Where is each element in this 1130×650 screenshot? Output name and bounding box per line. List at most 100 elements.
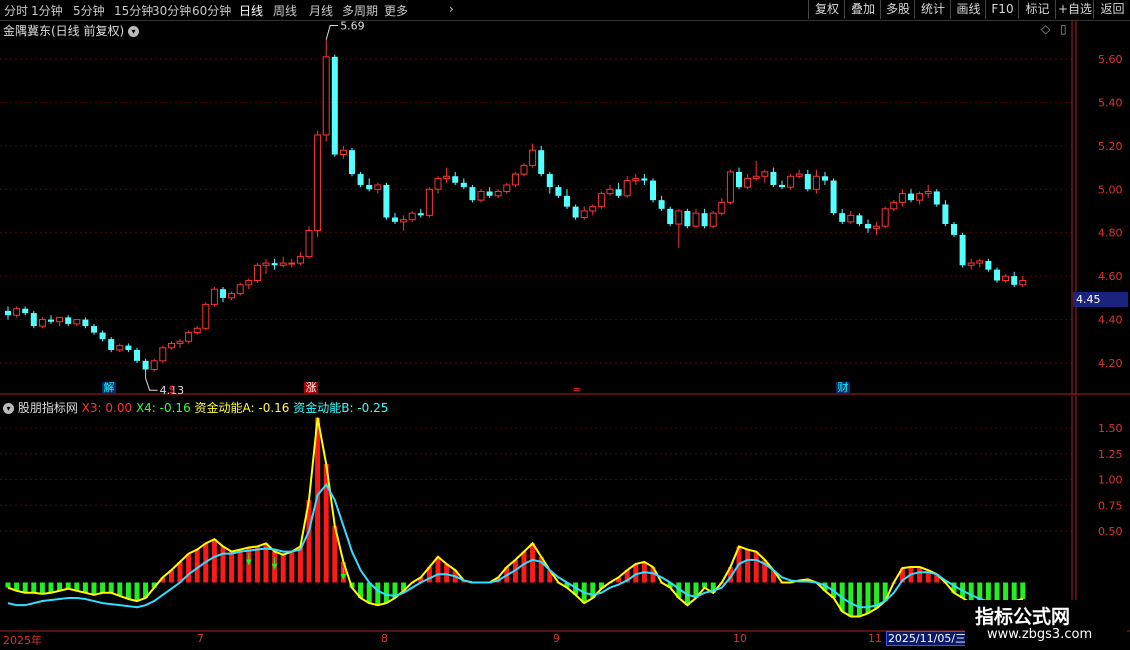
period-tab[interactable]: 5分钟 (73, 2, 105, 19)
current-price-tag: 4.45 (1073, 292, 1128, 307)
momentum-bar (917, 567, 923, 583)
momentum-bar (530, 543, 536, 583)
x-label-nov: 11 (868, 632, 882, 645)
candle-body (597, 193, 605, 208)
candle-body (709, 212, 717, 227)
candle-body (967, 262, 975, 266)
event-marker-finance[interactable]: 财 (836, 382, 850, 394)
candle-body (804, 174, 811, 190)
y-tick-label: 5.40 (1098, 96, 1123, 109)
candle-body (271, 263, 278, 266)
candle-body (305, 230, 313, 258)
toolbar-button[interactable]: 返回 (1093, 0, 1130, 19)
indicator-chart[interactable]: 1.50 1.25 1.00 0.75 0.50 (0, 396, 1130, 632)
chevron-right-icon[interactable]: › (449, 2, 454, 16)
momentum-bar (375, 582, 381, 606)
event-marker-dollar[interactable]: $ (166, 384, 178, 396)
candlestick-chart[interactable]: 5.605.405.205.004.804.604.404.205.694.13 (0, 20, 1130, 395)
candle-body (417, 213, 424, 216)
x-label-jul: 7 (197, 632, 204, 645)
y-tick-label: 1.50 (1098, 422, 1123, 435)
candle-body (357, 174, 364, 185)
candle-body (822, 176, 828, 181)
period-tab[interactable]: 15分钟 (114, 2, 153, 19)
period-toolbar: 分时 1分钟 5分钟 15分钟 30分钟 60分钟 日线 周线 月线 多周期 更多 › 复权 叠加 多股 统计… (0, 0, 1130, 21)
candle-body (650, 180, 656, 201)
candle-body (546, 174, 553, 188)
period-tab[interactable]: 周线 (273, 2, 297, 19)
momentum-bar (125, 582, 131, 599)
event-marker-unlock[interactable]: 解 (102, 382, 116, 394)
momentum-bar (211, 539, 217, 583)
candle-body (752, 175, 760, 179)
candle-body (830, 180, 837, 214)
event-marker-limit-up[interactable]: 涨 (304, 382, 318, 394)
y-tick-label: 1.25 (1098, 448, 1123, 461)
momentum-bar (297, 546, 303, 583)
candle-body (331, 56, 338, 155)
toolbar-button[interactable]: 画线 (950, 0, 986, 19)
momentum-bar (117, 582, 123, 596)
momentum-bar (1020, 582, 1026, 599)
momentum-bar (100, 582, 106, 593)
candle-body (296, 256, 304, 264)
candle-body (898, 193, 906, 203)
candle-body (511, 173, 519, 186)
candle-body (589, 206, 597, 212)
momentum-bar (229, 551, 235, 583)
watermark: 指标公式网 www.zbgs3.com (965, 600, 1127, 646)
event-marker-wave[interactable]: ≈ (571, 384, 583, 396)
candle-body (658, 200, 665, 209)
momentum-bar (289, 551, 295, 583)
toolbar-button[interactable]: 标记 (1018, 0, 1056, 19)
candle-body (366, 184, 373, 190)
candle-body (890, 201, 898, 210)
toolbar-button[interactable]: 统计 (914, 0, 951, 19)
period-tab[interactable]: 日线 (239, 2, 263, 19)
candle-body (933, 191, 940, 205)
candle-body (400, 219, 408, 223)
candle-body (924, 190, 932, 195)
candle-body (56, 316, 64, 323)
candle-body (116, 345, 124, 351)
candle-body (520, 164, 528, 175)
candle-body (692, 212, 700, 227)
candle-body (108, 339, 115, 350)
candle-body (1019, 279, 1027, 286)
candle-body (30, 313, 37, 327)
candle-body (787, 175, 795, 188)
candle-body (82, 319, 89, 327)
candle-body (736, 171, 742, 188)
period-tab[interactable]: 月线 (309, 2, 333, 19)
toolbar-button[interactable]: 复权 (808, 0, 845, 19)
candle-body (99, 332, 106, 340)
candle-body (615, 189, 622, 196)
candle-body (279, 262, 287, 266)
x-label-sep: 9 (553, 632, 560, 645)
period-tab[interactable]: 分时 (4, 2, 28, 19)
candle-body (159, 347, 167, 362)
momentum-bar (521, 551, 527, 583)
period-tab[interactable]: 60分钟 (192, 2, 231, 19)
toolbar-button[interactable]: 叠加 (844, 0, 881, 19)
y-tick-label: 4.60 (1098, 270, 1123, 283)
candle-body (236, 284, 244, 295)
high-marker (325, 24, 339, 40)
momentum-bar (220, 546, 226, 583)
period-tab[interactable]: 更多 (384, 2, 408, 19)
momentum-bar (134, 582, 140, 602)
candle-body (452, 176, 459, 183)
toolbar-button[interactable]: F10 (985, 0, 1019, 19)
momentum-bar (5, 582, 11, 588)
candle-body (339, 149, 347, 156)
toolbar-button[interactable]: +自选 (1055, 0, 1094, 19)
period-tab[interactable]: 1分钟 (31, 2, 63, 19)
period-tab[interactable]: 30分钟 (152, 2, 191, 19)
candle-body (994, 269, 1000, 281)
period-tab[interactable]: 多周期 (342, 2, 378, 19)
momentum-bar (39, 582, 45, 594)
candle-body (65, 317, 72, 324)
candle-body (761, 171, 769, 177)
toolbar-button[interactable]: 多股 (880, 0, 915, 19)
watermark-title: 指标公式网 (975, 606, 1071, 628)
